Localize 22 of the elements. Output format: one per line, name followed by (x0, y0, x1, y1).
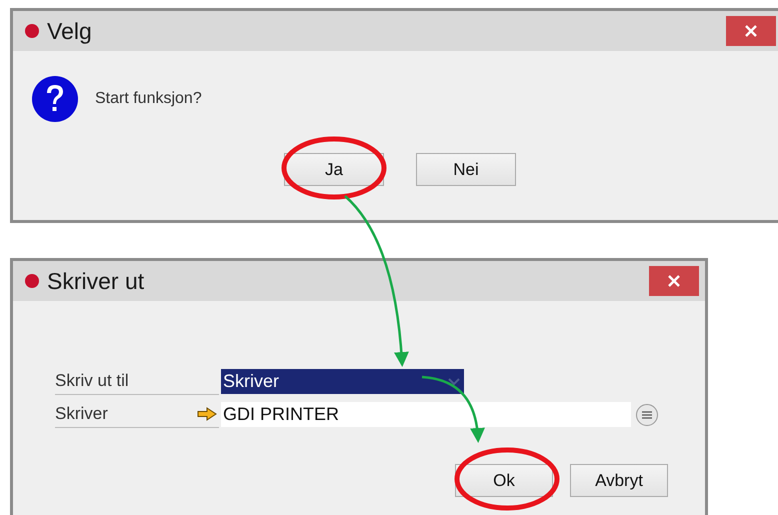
dialog-button[interactable]: Ja (284, 153, 384, 186)
list-icon[interactable] (635, 402, 659, 426)
close-button[interactable] (649, 266, 699, 296)
close-button[interactable] (726, 16, 776, 46)
input-field[interactable]: GDI PRINTER (221, 402, 631, 427)
question-icon (31, 75, 79, 123)
dropdown-field[interactable]: Skriver (221, 369, 464, 394)
dialog-button[interactable]: Avbryt (570, 464, 668, 497)
window-title: Velg (47, 18, 93, 44)
dialog-button[interactable]: Ok (455, 464, 553, 497)
close-icon (744, 24, 758, 38)
arrow-icon (197, 407, 217, 421)
message-text: Start funksjon? (95, 90, 202, 108)
annotation-arrow (422, 376, 485, 443)
chevron-icon (448, 376, 460, 386)
window-icon (25, 24, 39, 38)
dialog-button[interactable]: Nei (416, 153, 516, 186)
field-label: Skriv ut til (55, 368, 195, 395)
close-icon (667, 274, 681, 288)
window-icon (25, 274, 39, 288)
field-label: Skriver (55, 401, 195, 428)
window-title: Skriver ut (47, 268, 146, 294)
